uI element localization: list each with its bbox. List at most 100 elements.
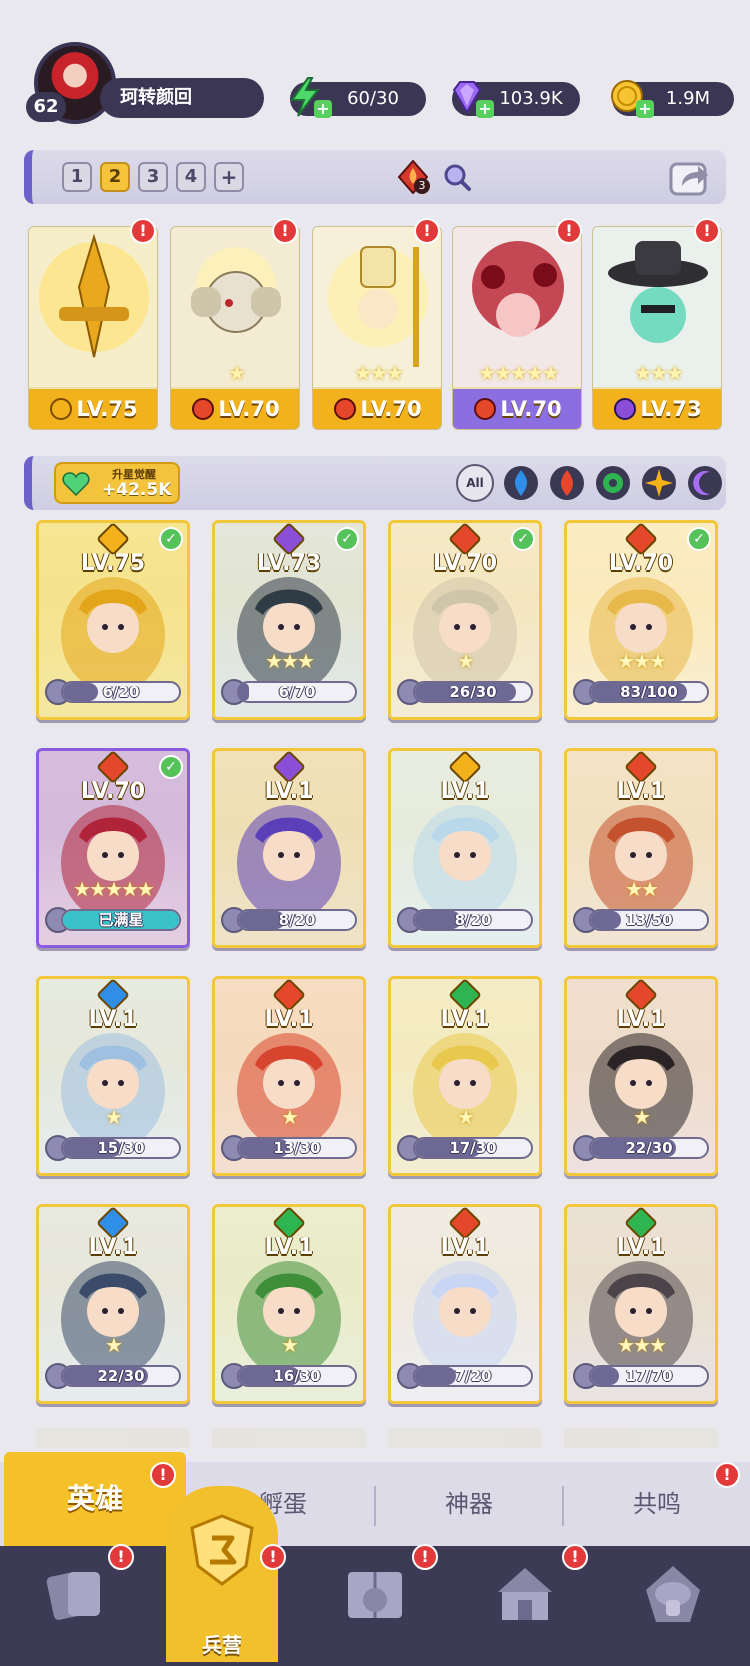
fire-filter-icon[interactable] [548,464,586,502]
hero-card[interactable]: LV.1 8/20 [212,748,366,948]
hero-stars: ★ [105,1105,123,1129]
team-slot-2[interactable]: ★ LV.70 [170,226,300,430]
hero-card[interactable]: LV.1 ★ 22/30 [36,1204,190,1404]
gold-counter[interactable]: + 1.9M [611,80,734,118]
player-name[interactable]: 珂转颜回 [100,78,264,118]
team-slot-level: LV.70 [171,389,299,429]
mushroom-guild-icon [646,1566,700,1622]
filter-bar: 升星觉醒 +42.5K All [24,456,726,510]
nav-cards[interactable] [20,1560,130,1660]
nav-map[interactable] [320,1560,430,1660]
team-selector-bar: 1 2 3 4 + 3 [24,150,726,204]
team-slot-level-text: LV.70 [218,397,280,421]
hero-card[interactable]: LV.1 ★ 22/30 [564,976,718,1176]
team-slot-stars: ★ [228,361,246,385]
hero-card[interactable]: LV.1 ★ 13/30 [212,976,366,1176]
hero-card[interactable]: LV.70 ✓ ★★★★★ 已满星 [36,748,190,948]
team-tab-3[interactable]: 3 [138,162,168,192]
energy-add-button[interactable]: + [314,100,332,118]
team-slot-level: LV.73 [593,389,721,429]
star-awaken-button[interactable]: 升星觉醒 +42.5K [54,462,180,504]
shard-progress-text: 13/30 [273,1139,321,1157]
hero-level: LV.70 [80,779,146,804]
shard-progress-text: 6/20 [102,683,140,701]
hero-level: LV.1 [440,779,490,804]
shard-progress-bar: 8/20 [413,909,533,931]
team-tab-1[interactable]: 1 [62,162,92,192]
hero-stars: ★★★ [617,649,667,673]
hero-level: LV.70 [432,551,498,576]
hero-card[interactable]: LV.1 8/20 [388,748,542,948]
filter-all-button[interactable]: All [456,464,494,502]
team-slot-5[interactable]: ★★★ LV.73 [592,226,722,430]
team-slot-level: LV.75 [29,389,157,429]
team-add-button[interactable]: + [214,162,244,192]
search-icon[interactable] [442,162,472,192]
light-filter-icon[interactable] [640,464,678,502]
fire-element-icon [192,398,215,420]
team-tab-4[interactable]: 4 [176,162,206,192]
hero-card[interactable]: LV.1 ★ 15/30 [36,976,190,1176]
nav-shrine[interactable] [470,1560,580,1660]
top-bar: 62 珂转颜回 + 60/30 + 103.9K + 1.9M [0,0,750,130]
team-slot-stars: ★★★★★ [478,361,560,385]
team-slot-1[interactable]: LV.75 [28,226,158,430]
hero-level: LV.73 [256,551,322,576]
shard-progress-text: 22/30 [625,1139,673,1157]
tab-artifact[interactable]: 神器 [376,1462,562,1546]
shard-progress-text: 13/50 [625,911,673,929]
hero-level: LV.70 [608,551,674,576]
team-tab-2[interactable]: 2 [100,162,130,192]
hero-level: LV.1 [88,1007,138,1032]
gem-add-button[interactable]: + [476,100,494,118]
gold-add-button[interactable]: + [636,100,654,118]
dark-filter-icon[interactable] [686,464,724,502]
in-team-check-icon: ✓ [687,527,711,551]
team-slot-3[interactable]: ★★★ LV.70 [312,226,442,430]
diamond-count-badge: 3 [414,178,430,194]
team-slot-4[interactable]: ★★★★★ LV.70 [452,226,582,430]
shard-progress-bar: 13/30 [237,1137,357,1159]
gem-counter[interactable]: + 103.9K [452,81,580,118]
shard-progress-bar: 26/30 [413,681,533,703]
nav-guild[interactable] [618,1560,728,1660]
tab-heroes-alert: ! [150,1462,176,1488]
hero-stars: ★ [457,1105,475,1129]
shard-progress-bar: 17/30 [413,1137,533,1159]
dark-element-icon [614,398,637,420]
player-avatar-block[interactable]: 62 [26,42,116,124]
hero-level: LV.1 [616,1007,666,1032]
wind-filter-icon[interactable] [594,464,632,502]
hero-card[interactable]: LV.1 ★★ 13/50 [564,748,718,948]
hero-card[interactable]: LV.70 ✓ ★★★ 83/100 [564,520,718,720]
hero-card[interactable]: LV.73 ✓ ★★★ 6/70 [212,520,366,720]
hero-card[interactable]: LV.1 7/20 [388,1204,542,1404]
share-icon[interactable] [668,156,712,198]
hero-card[interactable]: LV.1 ★ 17/30 [388,976,542,1176]
hero-stars: ★ [105,1333,123,1357]
shard-progress-bar: 83/100 [589,681,709,703]
team-slot-level-text: LV.75 [76,397,138,421]
cards-icon [46,1572,100,1620]
hero-level: LV.1 [616,779,666,804]
shard-progress-bar: 16/30 [237,1365,357,1387]
in-team-check-icon: ✓ [159,755,183,779]
hero-card[interactable]: LV.1 ★★★ 17/70 [564,1204,718,1404]
shard-progress-text: 16/30 [273,1367,321,1385]
team-slot-5-alert: ! [694,218,720,244]
hero-card[interactable]: LV.75 ✓ 6/20 [36,520,190,720]
nav-barracks[interactable]: 兵营 [166,1486,278,1662]
shard-progress-text: 22/30 [97,1367,145,1385]
shrine-icon [498,1568,552,1620]
shard-progress-bar: 22/30 [589,1137,709,1159]
hero-card[interactable]: LV.1 ★ 16/30 [212,1204,366,1404]
shard-progress-text: 26/30 [449,683,497,701]
hero-card[interactable]: LV.70 ✓ ★ 26/30 [388,520,542,720]
water-filter-icon[interactable] [502,464,540,502]
hero-level: LV.75 [80,551,146,576]
hero-stars: ★★ [625,877,659,901]
shard-progress-bar: 6/70 [237,681,357,703]
shard-progress-bar: 6/20 [61,681,181,703]
team-slot-3-alert: ! [414,218,440,244]
energy-counter[interactable]: + 60/30 [290,77,426,118]
